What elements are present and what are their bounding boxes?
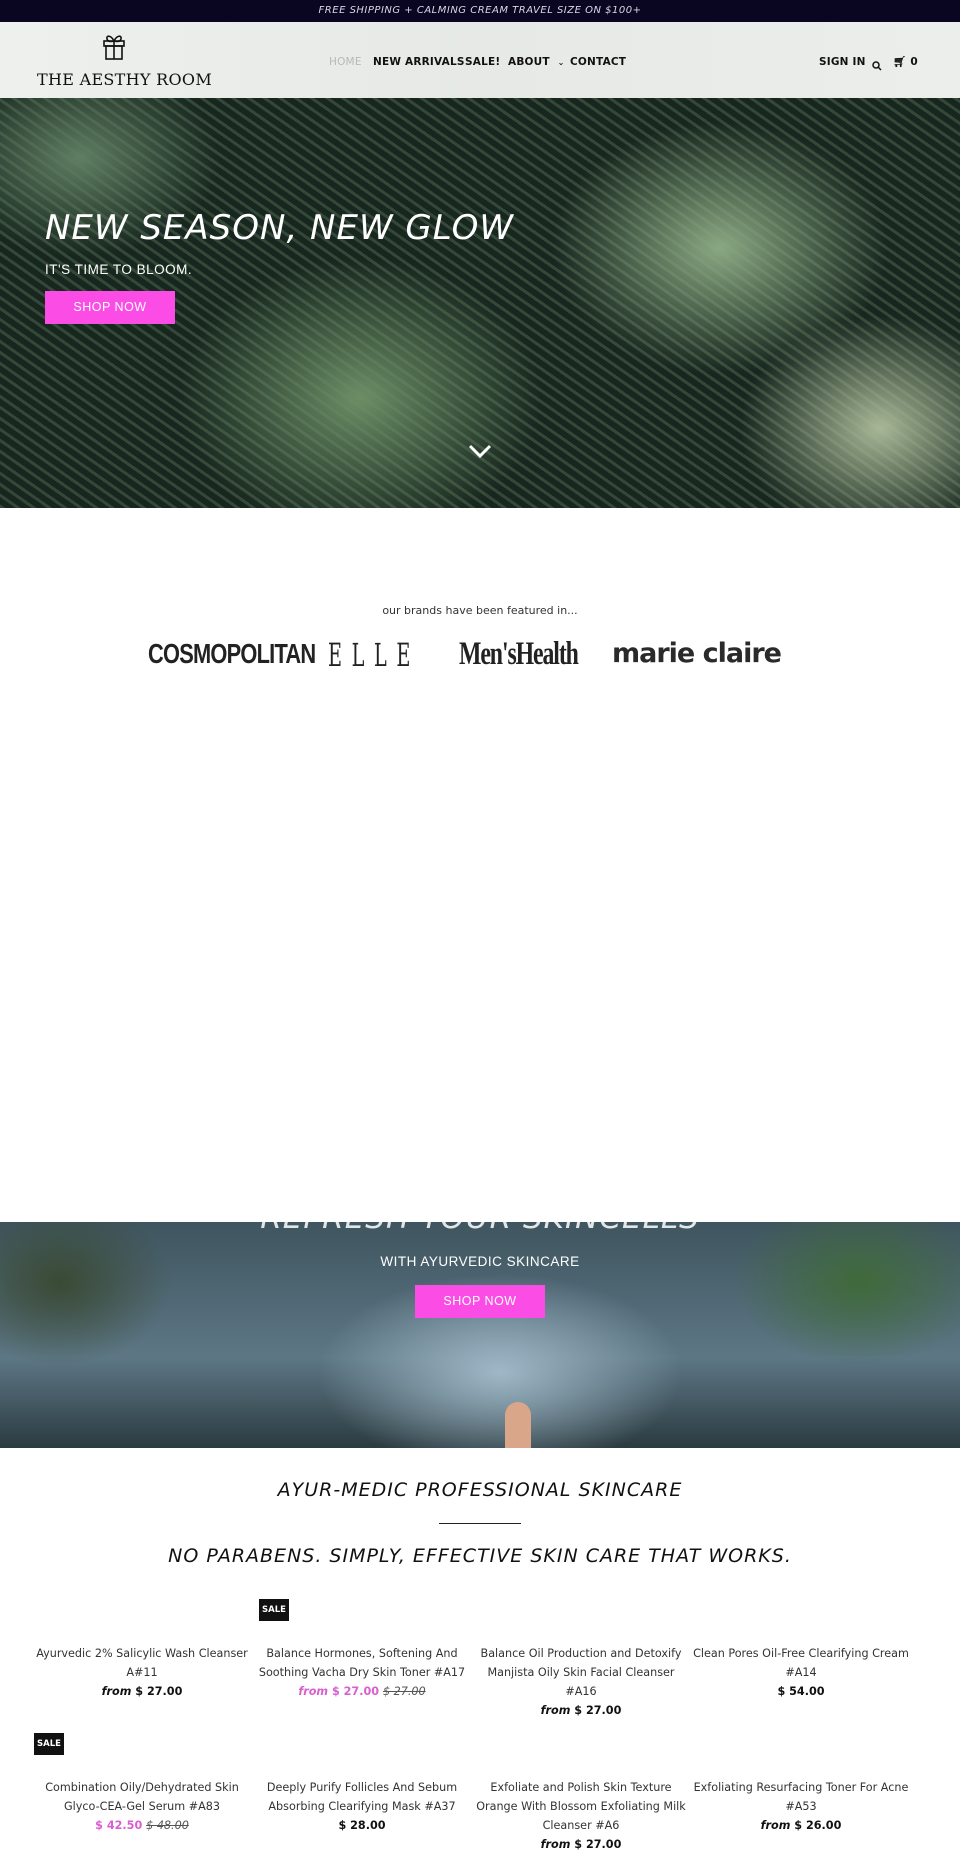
original-price: $ 27.00 [382, 1685, 426, 1698]
price-value: $ 27.00 [574, 1838, 622, 1851]
product-card[interactable]: Exfoliating Resurfacing Toner For Acne #… [691, 1778, 911, 1835]
gift-icon[interactable] [100, 32, 128, 64]
product-price: $ 42.50 $ 48.00 [32, 1816, 252, 1835]
from-label: from [101, 1685, 132, 1698]
logo-elle: ELLE [328, 636, 420, 674]
price-value: $ 42.50 [95, 1819, 143, 1832]
from-label: from [540, 1704, 571, 1717]
logo-marie-claire: marie claire [612, 638, 782, 669]
announcement-bar: FREE SHIPPING + CALMING CREAM TRAVEL SIZ… [0, 0, 960, 22]
product-card[interactable]: Deeply Purify Follicles And Sebum Absorb… [252, 1778, 472, 1835]
nav-sale[interactable]: SALE! [465, 56, 500, 68]
divider [439, 1523, 521, 1524]
nav-home[interactable]: HOME [329, 56, 362, 68]
product-name: Combination Oily/Dehydrated Skin Glyco-C… [45, 1781, 239, 1813]
sign-in-link[interactable]: SIGN IN [819, 56, 866, 68]
from-label: from [540, 1838, 571, 1851]
price-value: $ 54.00 [777, 1685, 825, 1698]
cart-icon: 🛒︎ [893, 56, 907, 68]
header: THE AESTHY ROOM HOME NEW ARRIVALS SALE! … [0, 22, 960, 98]
sale-badge: SALE [259, 1599, 289, 1621]
price-value: $ 27.00 [574, 1704, 622, 1717]
cart-count: 0 [910, 56, 918, 68]
product-name: Balance Hormones, Softening And Soothing… [258, 1647, 466, 1679]
hero-banner: NEW SEASON, NEW GLOW IT'S TIME TO BLOOM.… [0, 98, 960, 508]
featured-label: our brands have been featured in... [382, 604, 578, 617]
product-name: Ayurvedic 2% Salicylic Wash Cleanser A#1… [36, 1647, 248, 1679]
hero-subtitle: IT'S TIME TO BLOOM. [45, 262, 193, 277]
announcement-text: FREE SHIPPING + CALMING CREAM TRAVEL SIZ… [318, 5, 642, 16]
product-price: $ 28.00 [252, 1816, 472, 1835]
product-name: Deeply Purify Follicles And Sebum Absorb… [266, 1781, 458, 1813]
product-name: Clean Pores Oil-Free Clearifying Cream #… [693, 1647, 909, 1679]
search-icon[interactable] [872, 56, 882, 75]
collection-subheading: NO PARABENS. SIMPLY, EFFECTIVE SKIN CARE… [168, 1545, 792, 1567]
banner2-shop-now-button[interactable]: SHOP NOW [415, 1285, 545, 1318]
product-card[interactable]: Balance Oil Production and Detoxify Manj… [471, 1644, 691, 1720]
product-price: from $ 26.00 [691, 1816, 911, 1835]
price-value: $ 26.00 [794, 1819, 842, 1832]
original-price: $ 48.00 [146, 1819, 189, 1832]
product-card[interactable]: Ayurvedic 2% Salicylic Wash Cleanser A#1… [32, 1644, 252, 1701]
product-price: from $ 27.00 [471, 1835, 691, 1854]
price-value: $ 27.00 [331, 1685, 380, 1698]
product-price: $ 54.00 [691, 1682, 911, 1701]
hero-shop-now-button[interactable]: SHOP NOW [45, 291, 175, 324]
nav-about[interactable]: ABOUT ⌄ [508, 56, 565, 68]
product-price: from $ 27.00 [32, 1682, 252, 1701]
nav-contact[interactable]: CONTACT [570, 56, 626, 68]
nav-new-arrivals[interactable]: NEW ARRIVALS [373, 56, 465, 68]
product-card[interactable]: Clean Pores Oil-Free Clearifying Cream #… [691, 1644, 911, 1701]
from-label: from [298, 1685, 329, 1698]
product-price: from $ 27.00 $ 27.00 [252, 1682, 472, 1701]
price-value: $ 27.00 [135, 1685, 183, 1698]
price-value: $ 28.00 [338, 1819, 386, 1832]
product-card[interactable]: Exfoliate and Polish Skin Texture Orange… [471, 1778, 691, 1854]
scroll-down-chevron-icon[interactable] [468, 443, 492, 462]
sale-badge: SALE [34, 1733, 64, 1755]
logo-cosmopolitan: COSMOPOLITAN [148, 638, 316, 669]
hero-title: NEW SEASON, NEW GLOW [45, 208, 515, 248]
chevron-down-icon: ⌄ [557, 58, 565, 67]
banner2-subtitle: WITH AYURVEDIC SKINCARE [380, 1254, 580, 1269]
product-name: Exfoliating Resurfacing Toner For Acne #… [693, 1781, 909, 1813]
store-logo[interactable]: THE AESTHY ROOM [37, 70, 212, 89]
product-name: Balance Oil Production and Detoxify Manj… [480, 1647, 682, 1698]
banner2-title: REFRESH YOUR SKINCELLS [260, 1200, 700, 1236]
banner-image-detail [505, 1402, 531, 1448]
product-price: from $ 27.00 [471, 1701, 691, 1720]
from-label: from [760, 1819, 791, 1832]
cart-button[interactable]: 🛒︎ 0 [893, 55, 918, 68]
product-name: Exfoliate and Polish Skin Texture Orange… [476, 1781, 686, 1832]
product-card[interactable]: Combination Oily/Dehydrated Skin Glyco-C… [32, 1778, 252, 1835]
nav-about-label: ABOUT [508, 56, 550, 68]
logo-mens-health: Men'sHealth [459, 636, 579, 672]
product-card[interactable]: Balance Hormones, Softening And Soothing… [252, 1644, 472, 1701]
collection-heading: AYUR-MEDIC PROFESSIONAL SKINCARE [277, 1479, 683, 1501]
